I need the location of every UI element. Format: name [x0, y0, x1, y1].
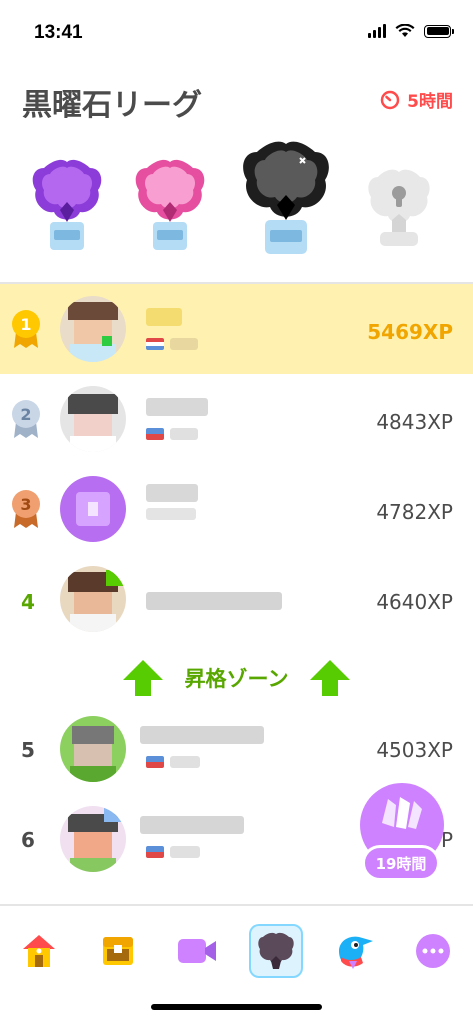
- leaderboard-row-3[interactable]: 3 4782XP: [0, 464, 473, 554]
- wifi-icon: [395, 24, 415, 37]
- stats-blurred: [170, 846, 200, 858]
- status-bar: 13:41: [0, 0, 473, 64]
- avatar[interactable]: [60, 716, 126, 782]
- stats-blurred: [170, 338, 198, 350]
- xp-value: 4640XP: [376, 590, 453, 614]
- gold-medal-icon: 1: [12, 310, 40, 348]
- status-time: 13:41: [34, 22, 83, 43]
- treasure-chest-icon: [103, 937, 133, 965]
- nav-more[interactable]: [406, 924, 460, 978]
- amethyst-badge-icon: [32, 159, 102, 250]
- video-icon: [178, 939, 216, 963]
- avatar[interactable]: [60, 476, 126, 542]
- medal-rank-text: 2: [20, 405, 31, 424]
- pearl-badge-icon: [135, 159, 205, 250]
- medal-rank-text: 3: [20, 495, 31, 514]
- signal-icon: [368, 24, 386, 38]
- xp-value: 5469XP: [367, 320, 453, 344]
- rank-number: 5: [21, 738, 35, 762]
- home-indicator: [151, 1004, 322, 1010]
- arrow-up-icon: [310, 660, 351, 696]
- nav-leagues[interactable]: [249, 924, 303, 978]
- country-flag: [146, 756, 164, 768]
- xp-value: 4843XP: [376, 410, 453, 434]
- country-flag: [146, 846, 164, 858]
- rank-number: 6: [21, 828, 35, 852]
- status-icons: [368, 24, 454, 38]
- username-blurred: [146, 484, 198, 502]
- xp-value: 4503XP: [376, 738, 453, 762]
- crystal-chest-icon: [382, 797, 422, 829]
- stats-blurred: [170, 428, 198, 440]
- league-icon: [258, 932, 294, 969]
- league-timer-label: 5時間: [407, 92, 453, 112]
- leaderboard-row-1[interactable]: 1 5469XP: [0, 284, 473, 374]
- country-flag: [146, 428, 164, 440]
- stats-blurred: [170, 756, 200, 768]
- medal-rank-text: 1: [20, 315, 31, 334]
- rank-number: 4: [21, 590, 35, 614]
- locked-badge-icon: [368, 169, 430, 246]
- arrow-up-icon: [122, 660, 163, 696]
- avatar[interactable]: [60, 386, 126, 452]
- chest-timer: 19時間: [362, 845, 440, 881]
- league-timer: 5時間: [380, 87, 453, 112]
- avatar[interactable]: [60, 806, 126, 872]
- stats-blurred: [146, 508, 196, 520]
- leaderboard-row-2[interactable]: 2 4843XP: [0, 374, 473, 464]
- bronze-medal-icon: 3: [12, 490, 40, 528]
- username-blurred: [140, 726, 264, 744]
- nav-home[interactable]: [12, 924, 66, 978]
- nav-profile[interactable]: [328, 924, 382, 978]
- home-icon: [23, 935, 55, 967]
- obsidian-badge-icon: [243, 141, 329, 254]
- bird-icon: [339, 936, 373, 969]
- leaderboard-row-4[interactable]: 4 4640XP: [0, 554, 473, 644]
- xp-value: 4782XP: [376, 500, 453, 524]
- username-blurred: [140, 816, 244, 834]
- battery-icon: [424, 24, 454, 38]
- nav-video[interactable]: [170, 924, 224, 978]
- username-blurred: [146, 308, 182, 326]
- avatar[interactable]: [60, 296, 126, 362]
- clock-icon: [380, 90, 400, 109]
- username-blurred: [146, 592, 282, 610]
- leaderboard-row-5[interactable]: 5 4503XP: [0, 704, 473, 794]
- league-badges: [0, 140, 473, 280]
- more-icon: [416, 934, 450, 968]
- league-title: 黒曜石リーグ: [22, 88, 202, 123]
- country-flag: [146, 338, 164, 350]
- promotion-zone-divider: 昇格ゾーン: [0, 650, 473, 706]
- nav-chest[interactable]: [91, 924, 145, 978]
- promotion-zone-label: 昇格ゾーン: [184, 667, 289, 691]
- silver-medal-icon: 2: [12, 400, 40, 438]
- avatar[interactable]: [60, 566, 126, 632]
- username-blurred: [146, 398, 208, 416]
